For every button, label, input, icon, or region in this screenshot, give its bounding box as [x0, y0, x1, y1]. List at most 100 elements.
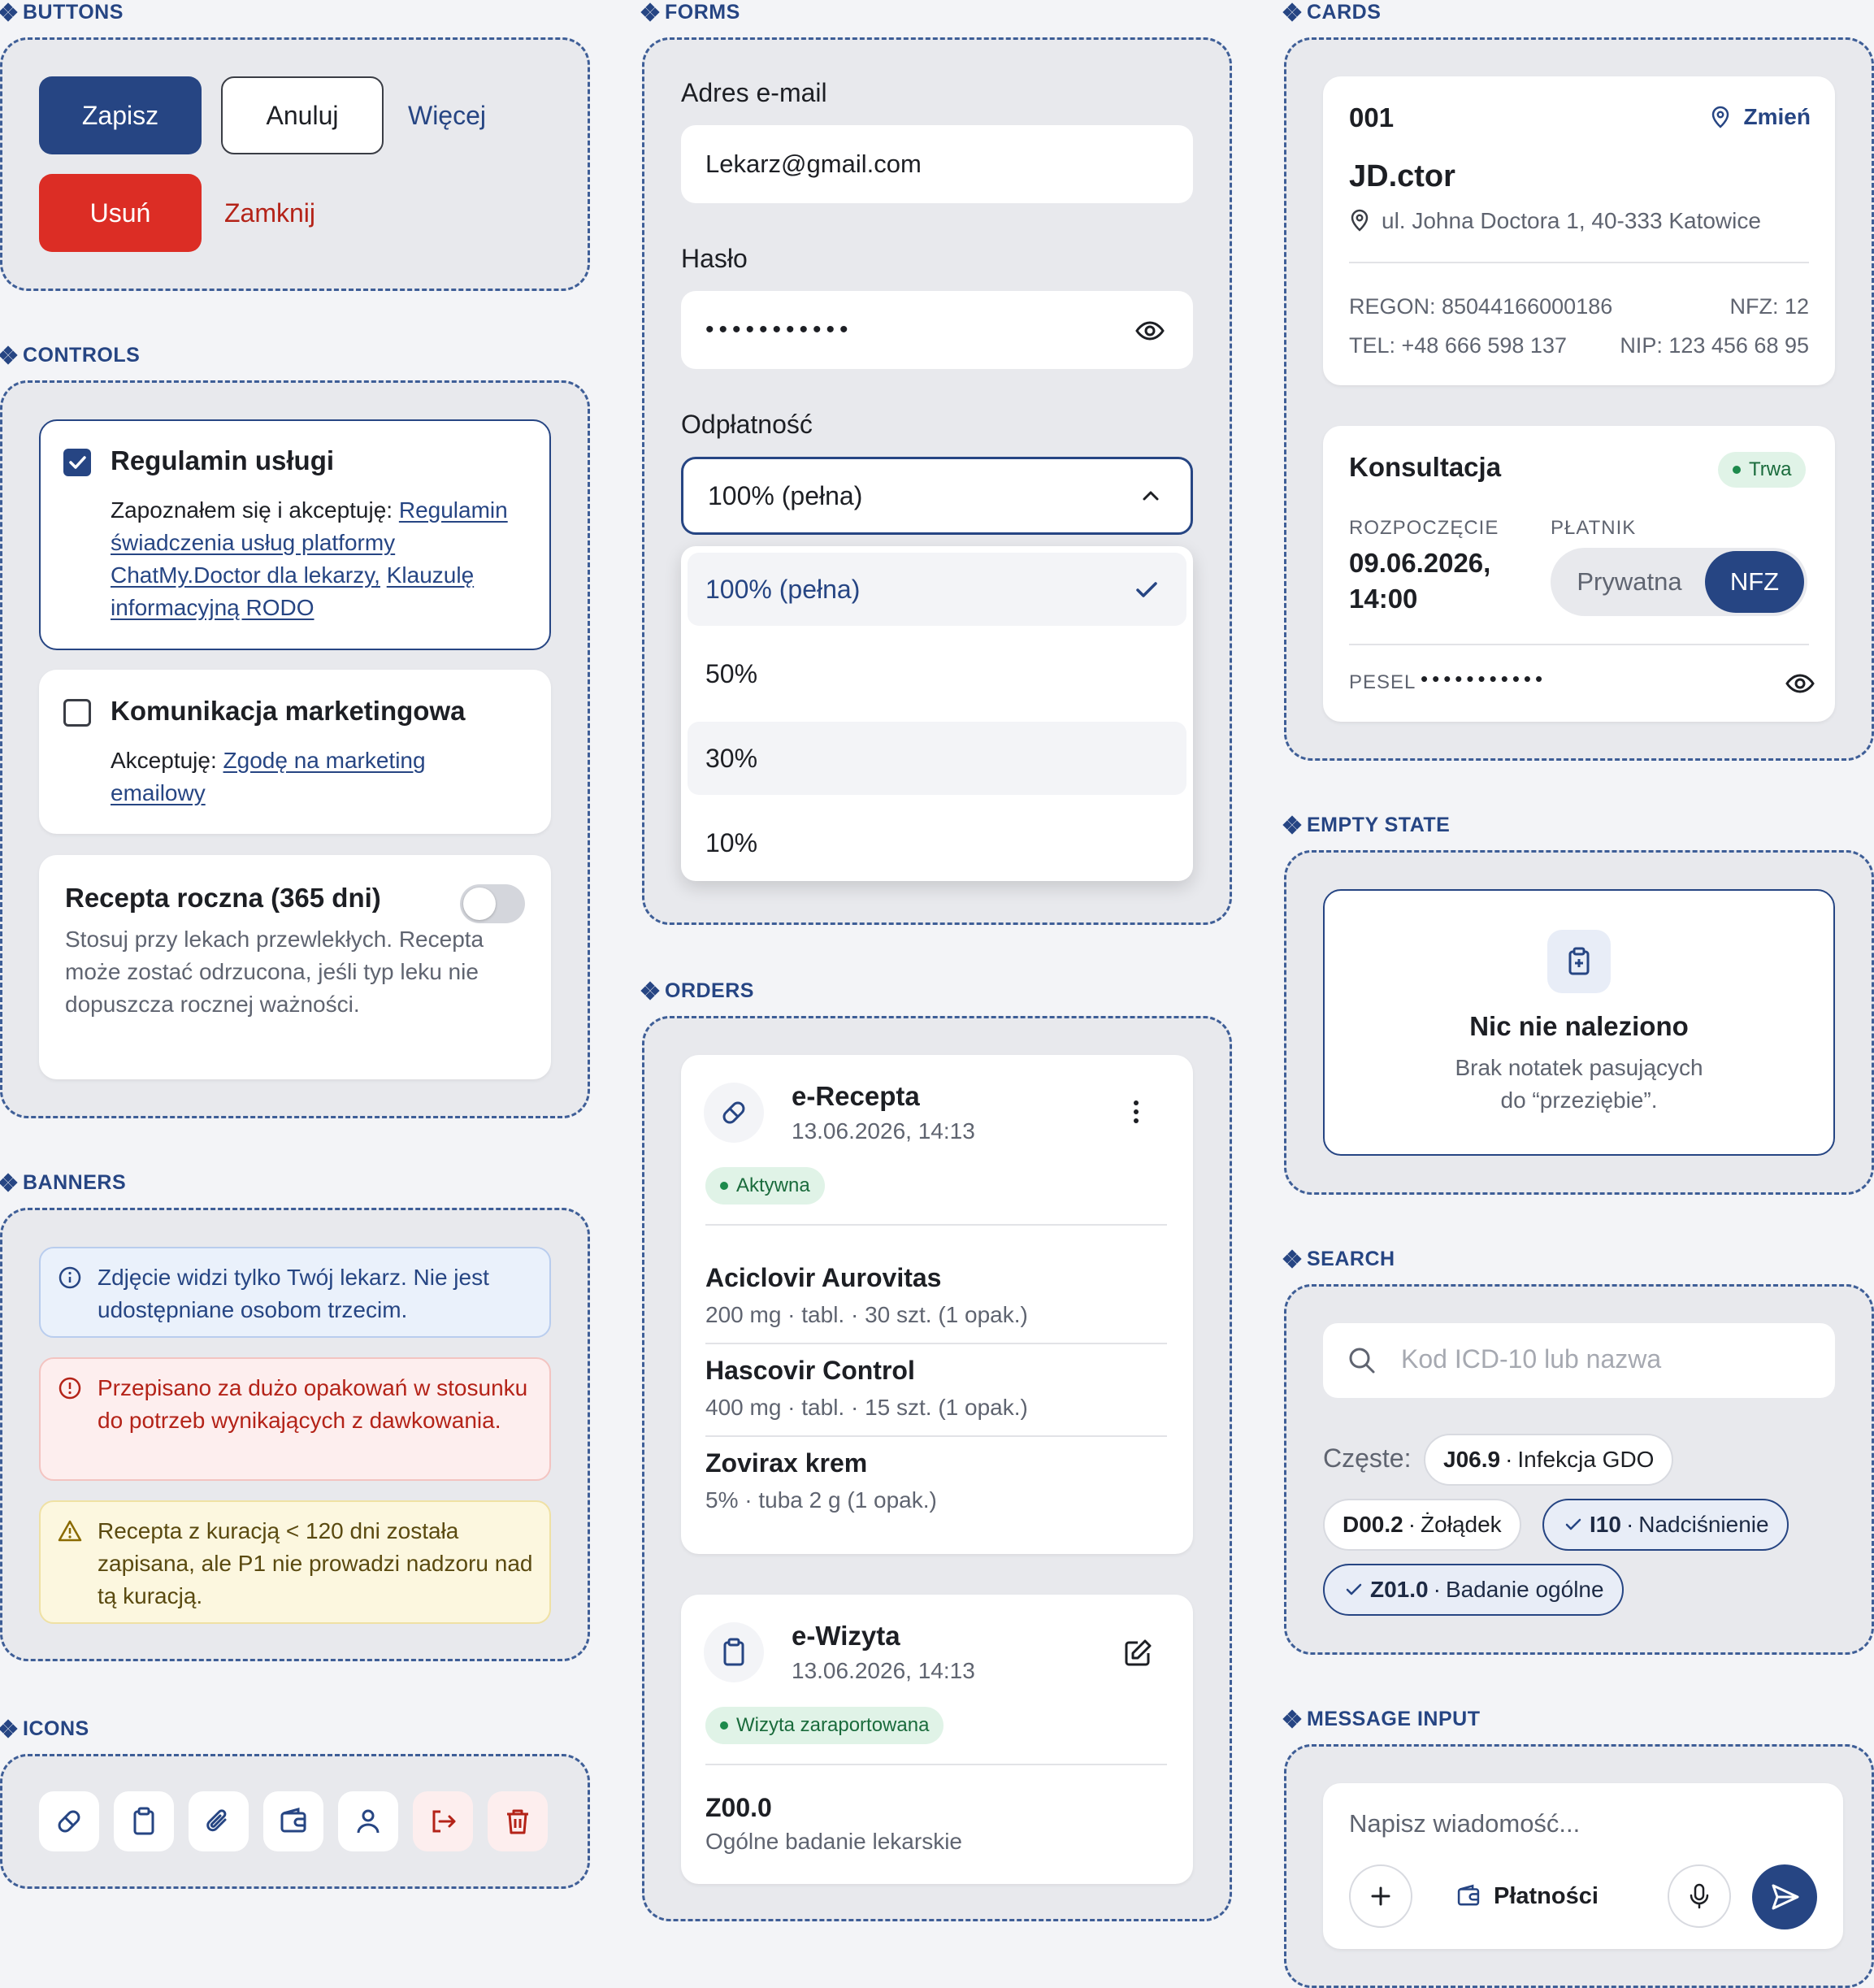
option-10[interactable]: 10%	[688, 806, 1186, 879]
close-link[interactable]: Zamknij	[213, 174, 327, 252]
pesel-value: •••••••••••	[1421, 666, 1547, 691]
check-icon	[1565, 1518, 1581, 1530]
divider	[705, 1764, 1167, 1765]
clipboard-icon	[133, 1807, 154, 1835]
wallet-icon-button[interactable]	[263, 1791, 323, 1851]
marketing-checkbox[interactable]	[63, 699, 91, 727]
divider	[1349, 262, 1809, 263]
wallet-icon	[1457, 1884, 1480, 1906]
annual-toggle[interactable]	[460, 884, 525, 923]
password-field[interactable]: •••••••••••	[681, 291, 1193, 369]
terms-title: Regulamin usługi	[111, 445, 335, 475]
status-badge: Trwa	[1718, 452, 1807, 488]
delete-button[interactable]: Usuń	[39, 174, 202, 252]
info-icon	[59, 1266, 81, 1289]
paperclip-icon-button[interactable]	[189, 1791, 249, 1851]
status-badge: Aktywna	[705, 1167, 825, 1205]
clipboard-plus-icon	[1568, 947, 1590, 975]
status-badge: Wizyta zaraportowana	[705, 1707, 944, 1744]
info-banner: Zdjęcie widzi tylko Twój lekarz. Nie jes…	[39, 1247, 551, 1338]
check-icon	[69, 456, 86, 469]
visit-title: Konsultacja	[1349, 452, 1502, 482]
annual-title: Recepta roczna (365 dni)	[65, 883, 381, 913]
visit-order-title: e-Wizyta	[792, 1621, 900, 1651]
visit-avatar	[704, 1622, 764, 1682]
more-link[interactable]: Więcej	[390, 76, 504, 154]
trash-icon-button[interactable]	[488, 1791, 548, 1851]
section-title-search: SEARCH	[1282, 1247, 1395, 1271]
eye-icon[interactable]	[1134, 315, 1165, 346]
start-date: 09.06.2026,	[1349, 548, 1491, 578]
annual-description: Stosuj przy lekach przewlekłych. Recepta…	[65, 927, 484, 1017]
option-full[interactable]: 100% (pełna)	[688, 553, 1186, 626]
cancel-button[interactable]: Anuluj	[221, 76, 384, 154]
terms-checkbox[interactable]	[63, 449, 91, 476]
icd-chip[interactable]: J06.9 · Infekcja GDO	[1424, 1434, 1674, 1486]
user-icon	[357, 1809, 380, 1834]
user-icon-button[interactable]	[338, 1791, 398, 1851]
save-button[interactable]: Zapisz	[39, 76, 202, 154]
pill-icon-button[interactable]	[39, 1791, 99, 1851]
icd-chip[interactable]: D00.2 · Żołądek	[1323, 1499, 1521, 1551]
icd-chip-selected[interactable]: Z01.0 · Badanie ogólne	[1323, 1564, 1624, 1616]
check-icon	[1136, 582, 1157, 597]
plus-icon	[1371, 1886, 1390, 1906]
pill-icon	[58, 1810, 80, 1833]
section-title-icons: ICONS	[0, 1717, 89, 1741]
location-pin-icon	[1711, 106, 1729, 128]
search-field[interactable]: Kod ICD-10 lub nazwa	[1323, 1323, 1835, 1398]
warning-triangle-icon	[58, 1520, 82, 1542]
payment-label: Odpłatność	[681, 410, 813, 439]
payment-dropdown: 100% (pełna) 50% 30% 10%	[681, 546, 1193, 881]
drug-detail: 400 mg · tabl. · 15 szt. (1 opak.)	[705, 1395, 1028, 1420]
email-field[interactable]: Lekarz@gmail.com	[681, 125, 1193, 203]
option-30[interactable]: 30%	[688, 722, 1186, 795]
clinic-address: ul. Johna Doctora 1, 40-333 Katowice	[1382, 208, 1761, 233]
payer-nfz-option[interactable]: NFZ	[1705, 551, 1804, 613]
chevron-up-icon[interactable]	[1138, 483, 1164, 509]
option-50[interactable]: 50%	[688, 637, 1186, 710]
password-label: Hasło	[681, 244, 748, 273]
eye-icon[interactable]	[1785, 668, 1815, 699]
clipboard-icon-button[interactable]	[114, 1791, 174, 1851]
warning-banner: Recepta z kuracją < 120 dni została zapi…	[39, 1500, 551, 1624]
marketing-title: Komunikacja marketingowa	[111, 696, 466, 726]
edit-icon[interactable]	[1121, 1637, 1154, 1669]
paperclip-icon	[206, 1809, 227, 1832]
drug-name: Hascovir Control	[705, 1356, 915, 1385]
icd-chip-selected[interactable]: I10 · Nadciśnienie	[1542, 1499, 1789, 1551]
clinic-number: 001	[1349, 102, 1395, 132]
attach-button[interactable]	[1349, 1864, 1412, 1928]
buttons-panel	[0, 37, 590, 291]
payer-private-option[interactable]: Prywatna	[1551, 548, 1708, 616]
drug-name: Aciclovir Aurovitas	[705, 1263, 942, 1292]
toggle-knob	[463, 888, 496, 920]
visit-order-date: 13.06.2026, 14:13	[792, 1658, 975, 1683]
microphone-button[interactable]	[1668, 1864, 1731, 1928]
drug-detail: 5% · tuba 2 g (1 opak.)	[705, 1487, 937, 1513]
start-time: 14:00	[1349, 584, 1418, 614]
start-label: ROZPOCZĘCIE	[1349, 517, 1499, 539]
section-title-controls: CONTROLS	[0, 343, 140, 367]
payer-label: PŁATNIK	[1551, 517, 1637, 539]
clipboard-icon	[723, 1638, 744, 1666]
section-title-message-input: MESSAGE INPUT	[1282, 1707, 1480, 1731]
logout-icon	[432, 1810, 456, 1833]
empty-state-title: Nic nie naleziono	[1469, 1011, 1689, 1041]
microphone-icon	[1690, 1883, 1709, 1909]
nfz-code: NFZ: 12	[1729, 294, 1809, 319]
check-icon	[1346, 1583, 1362, 1595]
message-input[interactable]: Napisz wiadomość...	[1349, 1809, 1580, 1838]
frequent-label: Częste:	[1323, 1443, 1412, 1473]
empty-state-line-1: Brak notatek pasujących	[1455, 1055, 1703, 1080]
divider	[705, 1435, 1167, 1437]
marketing-text: Akceptuję: Zgodę na marketing emailowy	[111, 748, 426, 805]
change-location-link[interactable]: Zmień	[1619, 99, 1811, 135]
more-vertical-icon[interactable]	[1121, 1097, 1151, 1126]
send-button[interactable]	[1752, 1864, 1817, 1929]
clinic-name: JD.ctor	[1349, 159, 1455, 193]
payment-select[interactable]: 100% (pełna)	[681, 457, 1193, 535]
location-pin-icon	[1351, 209, 1369, 232]
payments-button[interactable]: Płatności	[1455, 1864, 1599, 1928]
logout-icon-button[interactable]	[413, 1791, 473, 1851]
